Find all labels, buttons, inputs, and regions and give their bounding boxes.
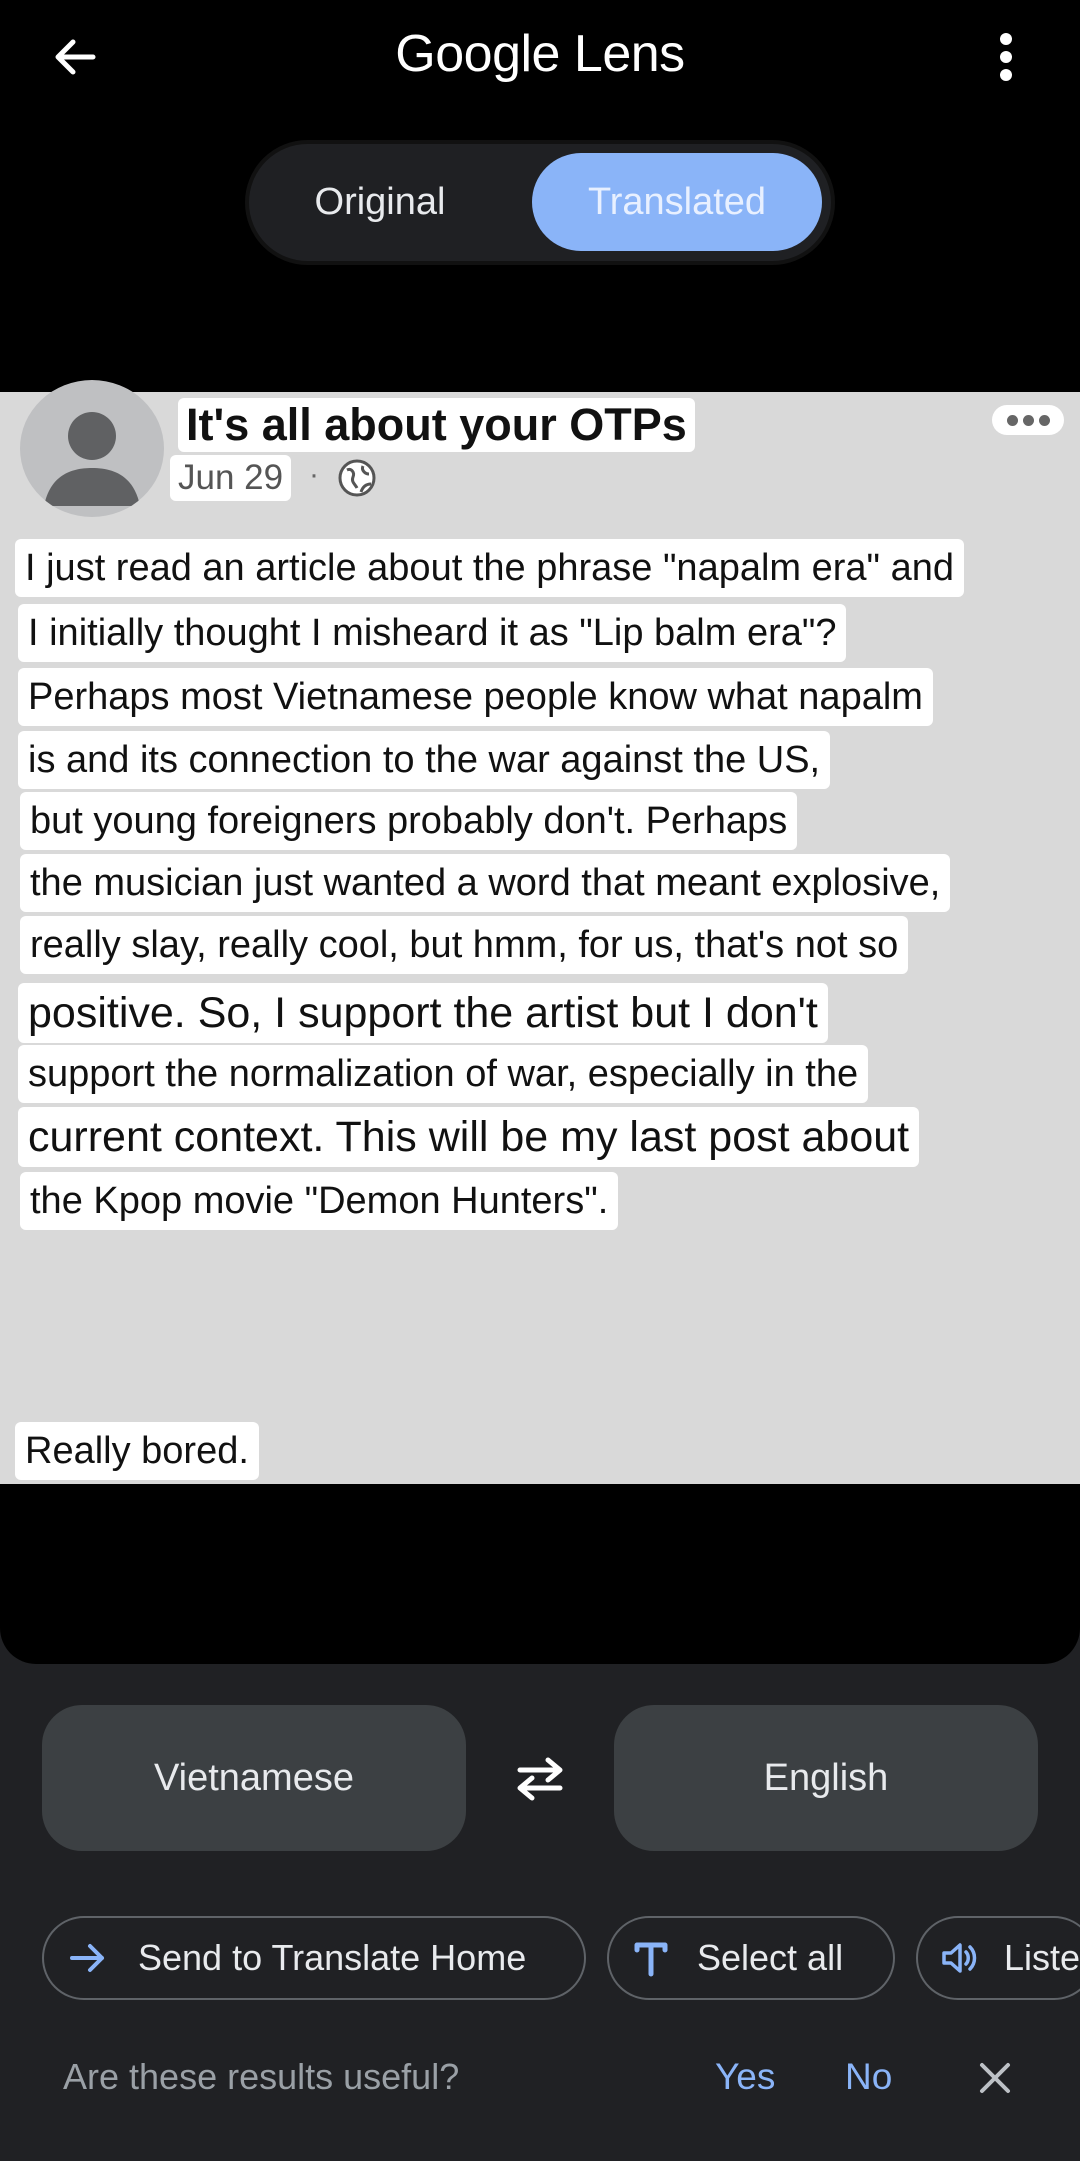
post-title: It's all about your OTPs — [178, 398, 695, 452]
tab-translated[interactable]: Translated — [532, 153, 822, 251]
app-title: Google Lens — [395, 25, 685, 83]
select-all-button[interactable]: Select all — [607, 1916, 895, 2000]
post-footer: Really bored. — [15, 1422, 259, 1480]
post-line: is and its connection to the war against… — [18, 731, 831, 789]
tab-original[interactable]: Original — [265, 153, 495, 251]
source-language-button[interactable]: Vietnamese — [42, 1705, 466, 1851]
speaker-icon — [942, 1943, 977, 1973]
feedback-question: Are these results useful? — [63, 2056, 460, 2097]
select-all-label: Select all — [697, 1937, 844, 1978]
post-line: Perhaps most Vietnamese people know what… — [18, 668, 933, 726]
listen-button[interactable]: Listen — [916, 1916, 1080, 2000]
listen-label: Listen — [1004, 1937, 1080, 1978]
post-line: the musician just wanted a word that mea… — [20, 854, 951, 912]
dot-icon — [1038, 414, 1050, 426]
post-line: support the normalization of war, especi… — [18, 1045, 869, 1103]
close-icon — [980, 2063, 1010, 2093]
globe-icon — [338, 459, 376, 497]
person-silhouette-icon — [44, 412, 140, 506]
swap-arrows-icon — [517, 1757, 563, 1801]
more-options-button[interactable] — [976, 22, 1036, 92]
dot-icon — [1006, 414, 1018, 426]
close-feedback-button[interactable] — [965, 2048, 1025, 2108]
post-line: but young foreigners probably don't. Per… — [20, 792, 798, 850]
date-separator: · — [309, 458, 319, 491]
feedback-no-button[interactable]: No — [845, 2056, 892, 2098]
post-line: the Kpop movie "Demon Hunters". — [20, 1172, 619, 1230]
target-language-button[interactable]: English — [614, 1705, 1038, 1851]
send-to-translate-label: Send to Translate Home — [138, 1937, 527, 1978]
post-line: I initially thought I misheard it as "Li… — [18, 604, 847, 662]
swap-languages-button[interactable] — [500, 1742, 580, 1816]
send-to-translate-button[interactable]: Send to Translate Home — [42, 1916, 586, 2000]
avatar — [20, 380, 164, 517]
post-line: current context. This will be my last po… — [18, 1107, 920, 1167]
arrow-right-icon — [70, 1944, 104, 1972]
more-vertical-icon — [1000, 33, 1012, 81]
feedback-yes-button[interactable]: Yes — [715, 2056, 775, 2098]
post-line: positive. So, I support the artist but I… — [18, 983, 828, 1043]
post-line: I just read an article about the phrase … — [15, 539, 964, 597]
post-line: really slay, really cool, but hmm, for u… — [20, 916, 909, 974]
image-bottom-edge — [0, 1488, 1080, 1664]
post-date: Jun 29 — [170, 455, 292, 501]
text-icon — [634, 1942, 668, 1977]
dot-icon — [1022, 414, 1034, 426]
post-options-button[interactable] — [992, 405, 1064, 435]
